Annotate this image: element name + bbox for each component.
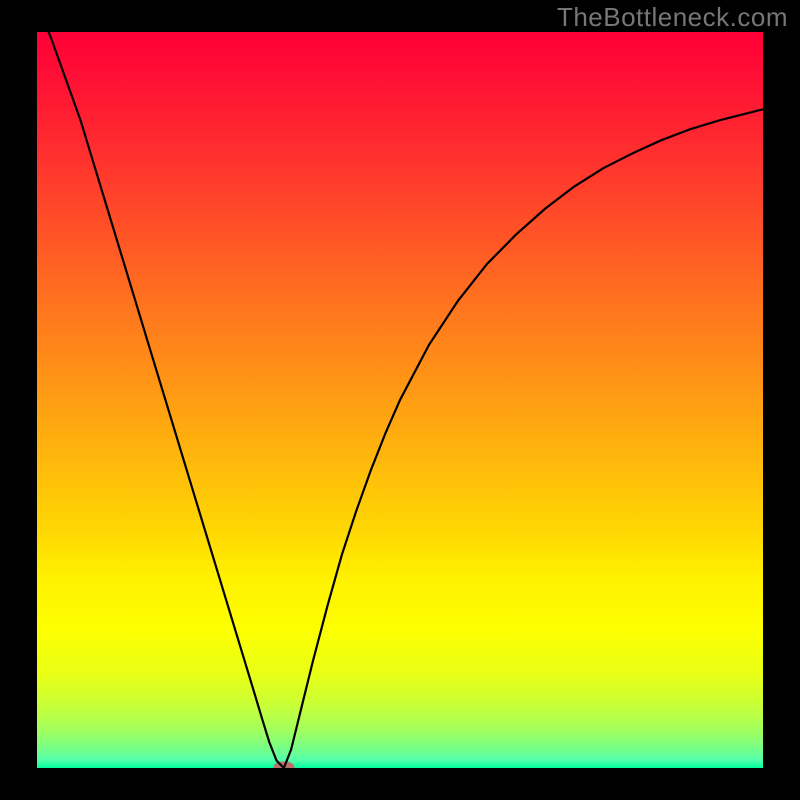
chart-root: TheBottleneck.com <box>0 0 800 800</box>
watermark-text: TheBottleneck.com <box>557 2 788 33</box>
bottleneck-curve <box>37 32 763 768</box>
plot-area <box>37 32 763 768</box>
